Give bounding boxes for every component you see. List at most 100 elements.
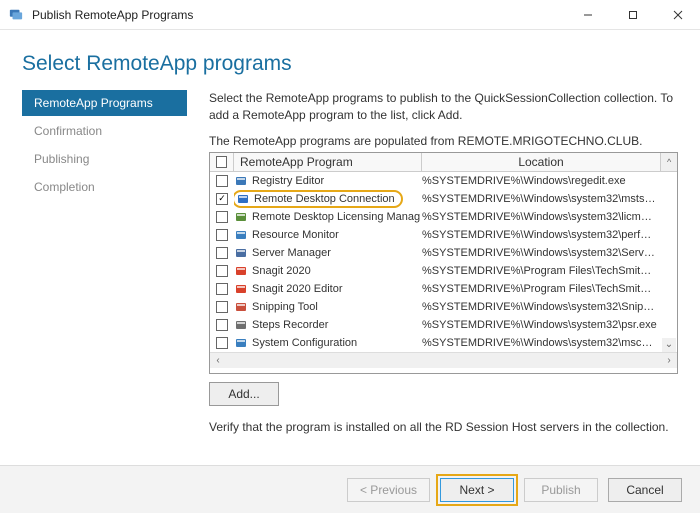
program-cell[interactable]: Remote Desktop Connection bbox=[234, 190, 422, 208]
row-checkbox-cell[interactable] bbox=[210, 211, 234, 223]
add-button[interactable]: Add... bbox=[209, 382, 279, 406]
cancel-button[interactable]: Cancel bbox=[608, 478, 682, 502]
location-cell: %SYSTEMDRIVE%\Windows\system32\psr.exe bbox=[422, 319, 661, 331]
server-icon bbox=[234, 246, 248, 260]
row-checkbox-cell[interactable] bbox=[210, 265, 234, 277]
publish-button: Publish bbox=[524, 478, 598, 502]
row-checkbox-cell[interactable] bbox=[210, 247, 234, 259]
row-checkbox[interactable] bbox=[216, 229, 228, 241]
table-row[interactable]: System Configuration %SYSTEMDRIVE%\Window… bbox=[210, 334, 677, 352]
row-checkbox[interactable] bbox=[216, 337, 228, 349]
location-cell: %SYSTEMDRIVE%\Windows\regedit.exe bbox=[422, 175, 661, 187]
header-checkbox-cell[interactable] bbox=[210, 153, 234, 171]
program-cell[interactable]: Remote Desktop Licensing Manag bbox=[234, 210, 422, 224]
populated-from-server: REMOTE.MRIGOTECHNO.CLUB bbox=[458, 134, 639, 148]
program-name: System Configuration bbox=[252, 337, 357, 349]
wizard-sidebar: RemoteApp Programs Confirmation Publishi… bbox=[22, 90, 187, 460]
row-checkbox[interactable] bbox=[216, 301, 228, 313]
sysconf-icon bbox=[234, 336, 248, 350]
program-cell[interactable]: Snagit 2020 Editor bbox=[234, 282, 422, 296]
program-cell[interactable]: Registry Editor bbox=[234, 174, 422, 188]
table-row[interactable]: Remote Desktop Licensing Manag%SYSTEMDRI… bbox=[210, 208, 677, 226]
programs-table: RemoteApp Program Location ^ Registry Ed… bbox=[209, 152, 678, 374]
program-name: Remote Desktop Licensing Manag bbox=[252, 211, 420, 223]
row-checkbox[interactable] bbox=[216, 283, 228, 295]
program-name: Registry Editor bbox=[252, 175, 324, 187]
snagit-icon bbox=[234, 264, 248, 278]
location-cell: %SYSTEMDRIVE%\Windows\system32\licmgr.ex… bbox=[422, 211, 661, 223]
row-checkbox-cell[interactable] bbox=[210, 301, 234, 313]
program-name: Server Manager bbox=[252, 247, 331, 259]
instruction-text: Select the RemoteApp programs to publish… bbox=[209, 90, 678, 124]
row-checkbox-cell[interactable] bbox=[210, 175, 234, 187]
populated-from-text: The RemoteApp programs are populated fro… bbox=[209, 134, 678, 148]
row-checkbox-cell[interactable] bbox=[210, 229, 234, 241]
select-all-checkbox[interactable] bbox=[216, 156, 227, 168]
program-cell[interactable]: System Configuration bbox=[234, 336, 422, 350]
row-checkbox-cell[interactable] bbox=[210, 319, 234, 331]
table-row[interactable]: Snagit 2020 Editor%SYSTEMDRIVE%\Program … bbox=[210, 280, 677, 298]
app-icon bbox=[8, 7, 24, 23]
program-name: Resource Monitor bbox=[252, 229, 339, 241]
sidebar-step-remoteapp-programs[interactable]: RemoteApp Programs bbox=[22, 90, 187, 116]
rdc-icon bbox=[236, 192, 250, 206]
populated-from-prefix: The RemoteApp programs are populated fro… bbox=[209, 134, 458, 148]
program-cell[interactable]: Snipping Tool bbox=[234, 300, 422, 314]
regedit-icon bbox=[234, 174, 248, 188]
table-row[interactable]: Registry Editor %SYSTEMDRIVE%\Windows\reg… bbox=[210, 172, 677, 190]
table-row[interactable]: Resource Monitor %SYSTEMDRIVE%\Windows\sy… bbox=[210, 226, 677, 244]
row-checkbox[interactable] bbox=[216, 265, 228, 277]
program-name: Steps Recorder bbox=[252, 319, 328, 331]
window-title: Publish RemoteApp Programs bbox=[32, 8, 565, 22]
location-cell: %SYSTEMDRIVE%\Windows\system32\perfmon..… bbox=[422, 229, 661, 241]
wizard-footer: < Previous Next > Publish Cancel bbox=[0, 465, 700, 513]
location-cell: %SYSTEMDRIVE%\Windows\system32\msconfi..… bbox=[422, 337, 661, 349]
horizontal-scrollbar[interactable]: ‹ › bbox=[210, 352, 677, 368]
row-checkbox-cell[interactable] bbox=[210, 283, 234, 295]
row-checkbox[interactable] bbox=[216, 247, 228, 259]
row-checkbox[interactable] bbox=[216, 175, 228, 187]
sidebar-step-completion: Completion bbox=[22, 174, 187, 200]
table-body[interactable]: Registry Editor %SYSTEMDRIVE%\Windows\reg… bbox=[210, 172, 677, 352]
maximize-button[interactable] bbox=[610, 0, 655, 30]
header-program[interactable]: RemoteApp Program bbox=[234, 153, 422, 171]
row-checkbox[interactable] bbox=[216, 193, 228, 205]
header-location[interactable]: Location bbox=[422, 153, 661, 171]
program-cell[interactable]: Steps Recorder bbox=[234, 318, 422, 332]
page-title: Select RemoteApp programs bbox=[22, 52, 678, 76]
snip-icon bbox=[234, 300, 248, 314]
scroll-right-arrow[interactable]: › bbox=[661, 352, 677, 368]
scroll-down-arrow[interactable]: ⌄ bbox=[662, 338, 676, 352]
table-row[interactable]: Snagit 2020%SYSTEMDRIVE%\Program Files\T… bbox=[210, 262, 677, 280]
table-row[interactable]: Remote Desktop Connection%SYSTEMDRIVE%\W… bbox=[210, 190, 677, 208]
table-row[interactable]: Snipping Tool %SYSTEMDRIVE%\Windows\syste… bbox=[210, 298, 677, 316]
row-checkbox-cell[interactable] bbox=[210, 337, 234, 349]
scroll-left-arrow[interactable]: ‹ bbox=[210, 352, 226, 368]
steps-icon bbox=[234, 318, 248, 332]
sidebar-step-publishing: Publishing bbox=[22, 146, 187, 172]
location-cell: %SYSTEMDRIVE%\Program Files\TechSmith\Sn… bbox=[422, 283, 661, 295]
resmon-icon bbox=[234, 228, 248, 242]
row-checkbox-cell[interactable] bbox=[210, 193, 234, 205]
close-button[interactable] bbox=[655, 0, 700, 30]
row-checkbox[interactable] bbox=[216, 211, 228, 223]
program-name: Snagit 2020 bbox=[252, 265, 311, 277]
next-button[interactable]: Next > bbox=[440, 478, 514, 502]
program-name: Snipping Tool bbox=[252, 301, 318, 313]
sidebar-step-confirmation[interactable]: Confirmation bbox=[22, 118, 187, 144]
program-name: Remote Desktop Connection bbox=[254, 193, 395, 205]
program-cell[interactable]: Snagit 2020 bbox=[234, 264, 422, 278]
program-cell[interactable]: Server Manager bbox=[234, 246, 422, 260]
minimize-button[interactable] bbox=[565, 0, 610, 30]
table-header: RemoteApp Program Location ^ bbox=[210, 153, 677, 172]
row-checkbox[interactable] bbox=[216, 319, 228, 331]
location-cell: %SYSTEMDRIVE%\Windows\system32\Snipping.… bbox=[422, 301, 661, 313]
license-icon bbox=[234, 210, 248, 224]
snagit-icon bbox=[234, 282, 248, 296]
window-controls bbox=[565, 0, 700, 30]
table-row[interactable]: Server Manager%SYSTEMDRIVE%\Windows\syst… bbox=[210, 244, 677, 262]
program-cell[interactable]: Resource Monitor bbox=[234, 228, 422, 242]
header-area: Select RemoteApp programs bbox=[0, 30, 700, 90]
header-scroll-spacer: ^ bbox=[661, 153, 677, 171]
table-row[interactable]: Steps Recorder %SYSTEMDRIVE%\Windows\syst… bbox=[210, 316, 677, 334]
